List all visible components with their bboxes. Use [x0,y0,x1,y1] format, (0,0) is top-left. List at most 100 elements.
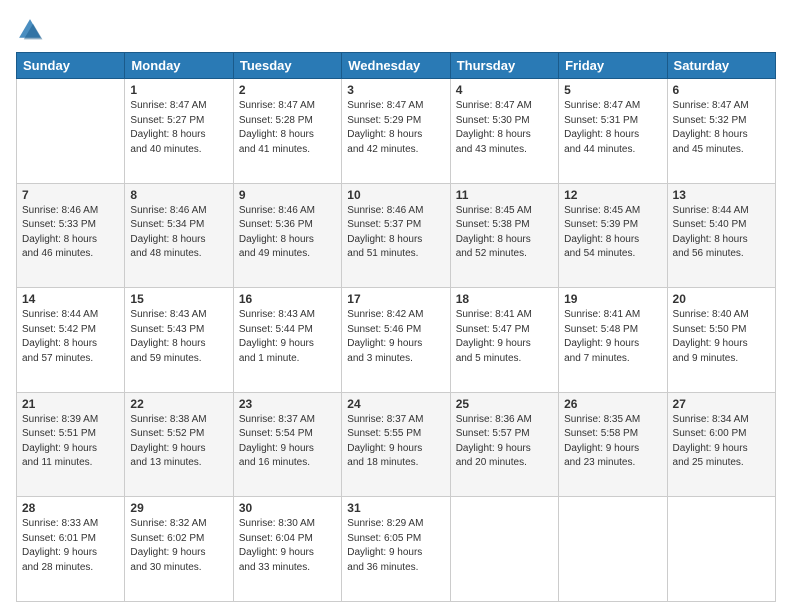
calendar-cell [450,497,558,602]
day-info: Sunrise: 8:45 AMSunset: 5:38 PMDaylight:… [456,204,553,262]
day-number: 17 [347,292,444,306]
day-info: Sunrise: 8:37 AMSunset: 5:54 PMDaylight:… [239,413,336,471]
day-info: Sunrise: 8:39 AMSunset: 5:51 PMDaylight:… [22,413,119,471]
day-number: 3 [347,83,444,97]
calendar-cell [17,79,125,184]
calendar-cell: 20 Sunrise: 8:40 AMSunset: 5:50 PMDayligh… [667,288,775,393]
calendar-cell: 13 Sunrise: 8:44 AMSunset: 5:40 PMDayligh… [667,183,775,288]
calendar-cell: 5Sunrise: 8:47 AMSunset: 5:31 PMDaylight… [559,79,667,184]
day-number: 23 [239,397,336,411]
day-header-wednesday: Wednesday [342,53,450,79]
calendar-cell: 17 Sunrise: 8:42 AMSunset: 5:46 PMDayligh… [342,288,450,393]
calendar-cell: 27Sunrise: 8:34 AMSunset: 6:00 PMDayligh… [667,392,775,497]
day-header-tuesday: Tuesday [233,53,341,79]
day-info: Sunrise: 8:46 AMSunset: 5:36 PMDaylight:… [239,204,336,262]
day-number: 5 [564,83,661,97]
calendar-cell: 25 Sunrise: 8:36 AMSunset: 5:57 PMDayligh… [450,392,558,497]
day-info: Sunrise: 8:47 AMSunset: 5:27 PMDaylight:… [130,99,227,157]
day-info: Sunrise: 8:47 AMSunset: 5:30 PMDaylight:… [456,99,553,157]
day-info: Sunrise: 8:41 AMSunset: 5:47 PMDaylight:… [456,308,553,366]
day-number: 14 [22,292,119,306]
day-number: 8 [130,188,227,202]
day-header-sunday: Sunday [17,53,125,79]
day-header-monday: Monday [125,53,233,79]
calendar-cell: 7Sunrise: 8:46 AMSunset: 5:33 PMDaylight… [17,183,125,288]
day-info: Sunrise: 8:33 AMSunset: 6:01 PMDaylight:… [22,517,119,575]
day-info: Sunrise: 8:42 AMSunset: 5:46 PMDaylight:… [347,308,444,366]
day-header-thursday: Thursday [450,53,558,79]
calendar-cell: 8 Sunrise: 8:46 AMSunset: 5:34 PMDaylight… [125,183,233,288]
day-number: 25 [456,397,553,411]
calendar-cell: 16Sunrise: 8:43 AMSunset: 5:44 PMDayligh… [233,288,341,393]
day-info: Sunrise: 8:32 AMSunset: 6:02 PMDaylight:… [130,517,227,575]
calendar-cell: 24 Sunrise: 8:37 AMSunset: 5:55 PMDayligh… [342,392,450,497]
day-number: 20 [673,292,770,306]
calendar-cell: 14 Sunrise: 8:44 AMSunset: 5:42 PMDayligh… [17,288,125,393]
day-info: Sunrise: 8:29 AMSunset: 6:05 PMDaylight:… [347,517,444,575]
calendar-cell: 9 Sunrise: 8:46 AMSunset: 5:36 PMDaylight… [233,183,341,288]
day-info: Sunrise: 8:40 AMSunset: 5:50 PMDaylight:… [673,308,770,366]
day-number: 1 [130,83,227,97]
calendar-table: SundayMondayTuesdayWednesdayThursdayFrid… [16,52,776,602]
calendar-cell: 6Sunrise: 8:47 AMSunset: 5:32 PMDaylight… [667,79,775,184]
calendar-week-5: 28 Sunrise: 8:33 AMSunset: 6:01 PMDayligh… [17,497,776,602]
day-header-saturday: Saturday [667,53,775,79]
day-number: 27 [673,397,770,411]
day-info: Sunrise: 8:35 AMSunset: 5:58 PMDaylight:… [564,413,661,471]
day-number: 28 [22,501,119,515]
day-number: 22 [130,397,227,411]
calendar-cell: 23 Sunrise: 8:37 AMSunset: 5:54 PMDayligh… [233,392,341,497]
day-info: Sunrise: 8:37 AMSunset: 5:55 PMDaylight:… [347,413,444,471]
day-number: 26 [564,397,661,411]
calendar-cell [667,497,775,602]
day-number: 15 [130,292,227,306]
day-number: 7 [22,188,119,202]
calendar-cell: 3Sunrise: 8:47 AMSunset: 5:29 PMDaylight… [342,79,450,184]
page: SundayMondayTuesdayWednesdayThursdayFrid… [0,0,792,612]
logo-icon [16,16,44,44]
day-number: 19 [564,292,661,306]
day-number: 13 [673,188,770,202]
day-info: Sunrise: 8:47 AMSunset: 5:28 PMDaylight:… [239,99,336,157]
calendar-cell: 22 Sunrise: 8:38 AMSunset: 5:52 PMDayligh… [125,392,233,497]
day-number: 30 [239,501,336,515]
day-header-friday: Friday [559,53,667,79]
day-number: 9 [239,188,336,202]
day-info: Sunrise: 8:44 AMSunset: 5:42 PMDaylight:… [22,308,119,366]
day-info: Sunrise: 8:46 AMSunset: 5:37 PMDaylight:… [347,204,444,262]
calendar-cell: 12Sunrise: 8:45 AMSunset: 5:39 PMDayligh… [559,183,667,288]
calendar-cell: 29Sunrise: 8:32 AMSunset: 6:02 PMDayligh… [125,497,233,602]
calendar-cell: 30 Sunrise: 8:30 AMSunset: 6:04 PMDayligh… [233,497,341,602]
day-info: Sunrise: 8:46 AMSunset: 5:34 PMDaylight:… [130,204,227,262]
day-number: 6 [673,83,770,97]
calendar-week-4: 21 Sunrise: 8:39 AMSunset: 5:51 PMDayligh… [17,392,776,497]
day-info: Sunrise: 8:41 AMSunset: 5:48 PMDaylight:… [564,308,661,366]
calendar-cell [559,497,667,602]
day-number: 2 [239,83,336,97]
calendar-cell: 4Sunrise: 8:47 AMSunset: 5:30 PMDaylight… [450,79,558,184]
day-number: 31 [347,501,444,515]
calendar-cell: 1 Sunrise: 8:47 AMSunset: 5:27 PMDaylight… [125,79,233,184]
calendar-cell: 11 Sunrise: 8:45 AMSunset: 5:38 PMDayligh… [450,183,558,288]
day-number: 10 [347,188,444,202]
day-info: Sunrise: 8:36 AMSunset: 5:57 PMDaylight:… [456,413,553,471]
day-info: Sunrise: 8:45 AMSunset: 5:39 PMDaylight:… [564,204,661,262]
calendar-cell: 26 Sunrise: 8:35 AMSunset: 5:58 PMDayligh… [559,392,667,497]
day-info: Sunrise: 8:38 AMSunset: 5:52 PMDaylight:… [130,413,227,471]
calendar-cell: 28 Sunrise: 8:33 AMSunset: 6:01 PMDayligh… [17,497,125,602]
calendar-header-row: SundayMondayTuesdayWednesdayThursdayFrid… [17,53,776,79]
day-number: 16 [239,292,336,306]
calendar-cell: 2 Sunrise: 8:47 AMSunset: 5:28 PMDaylight… [233,79,341,184]
day-number: 11 [456,188,553,202]
logo [16,16,48,44]
calendar-week-1: 1 Sunrise: 8:47 AMSunset: 5:27 PMDaylight… [17,79,776,184]
day-number: 21 [22,397,119,411]
day-info: Sunrise: 8:44 AMSunset: 5:40 PMDaylight:… [673,204,770,262]
calendar-week-2: 7Sunrise: 8:46 AMSunset: 5:33 PMDaylight… [17,183,776,288]
day-info: Sunrise: 8:30 AMSunset: 6:04 PMDaylight:… [239,517,336,575]
day-number: 18 [456,292,553,306]
day-number: 24 [347,397,444,411]
calendar-cell: 19 Sunrise: 8:41 AMSunset: 5:48 PMDayligh… [559,288,667,393]
calendar-cell: 18 Sunrise: 8:41 AMSunset: 5:47 PMDayligh… [450,288,558,393]
calendar-cell: 15Sunrise: 8:43 AMSunset: 5:43 PMDayligh… [125,288,233,393]
